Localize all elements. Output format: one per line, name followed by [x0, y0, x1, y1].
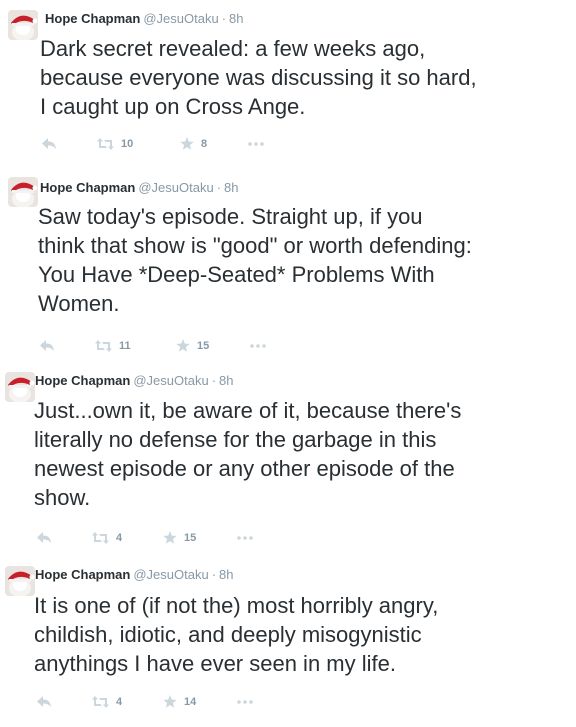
favorite-button[interactable]: 15	[163, 530, 196, 546]
reply-button[interactable]	[40, 338, 55, 354]
favorite-button[interactable]: 14	[163, 694, 196, 710]
more-button[interactable]	[250, 338, 266, 354]
username[interactable]: @JesuOtaku	[133, 567, 208, 582]
avatar-image	[8, 10, 38, 40]
timestamp[interactable]: 8h	[219, 567, 233, 582]
retweet-button[interactable]: 10	[97, 136, 133, 152]
retweet-button[interactable]: 4	[92, 694, 122, 710]
timestamp[interactable]: 8h	[219, 373, 233, 388]
retweet-icon	[92, 696, 109, 708]
reply-button[interactable]	[37, 694, 52, 710]
more-button[interactable]	[237, 530, 253, 546]
reply-icon	[40, 340, 54, 351]
username[interactable]: @JesuOtaku	[143, 11, 218, 26]
reply-icon	[37, 696, 51, 707]
retweet-icon	[95, 340, 112, 352]
more-icon	[250, 344, 266, 348]
retweet-icon	[92, 532, 109, 544]
favorite-button[interactable]: 8	[180, 136, 207, 152]
username[interactable]: @JesuOtaku	[133, 373, 208, 388]
reply-button[interactable]	[37, 530, 52, 546]
avatar-image	[5, 372, 35, 402]
star-icon	[163, 695, 177, 708]
favorite-count: 15	[184, 532, 197, 544]
retweet-count: 10	[121, 138, 134, 150]
tweet-header: Hope Chapman @JesuOtaku · 8h	[40, 180, 239, 196]
favorite-count: 8	[201, 138, 208, 150]
tweet-header: Hope Chapman @JesuOtaku · 8h	[35, 567, 234, 583]
favorite-button[interactable]: 15	[176, 338, 209, 354]
reply-icon	[42, 138, 56, 149]
avatar-image	[5, 566, 35, 596]
display-name[interactable]: Hope Chapman	[40, 180, 135, 195]
separator-dot: ·	[211, 567, 217, 582]
tweet-text: Dark secret revealed: a few weeks ago, b…	[40, 36, 477, 119]
tweet: Hope Chapman @JesuOtaku · 8h It is one of (…	[0, 566, 576, 716]
avatar[interactable]	[5, 566, 35, 596]
more-icon	[237, 700, 253, 704]
separator-dot: ·	[221, 11, 227, 26]
timestamp[interactable]: 8h	[229, 11, 243, 26]
display-name[interactable]: Hope Chapman	[35, 373, 130, 388]
retweet-icon	[97, 138, 114, 150]
tweet-header: Hope Chapman @JesuOtaku · 8h	[35, 373, 234, 389]
more-button[interactable]	[248, 136, 264, 152]
avatar[interactable]	[5, 372, 35, 402]
retweet-count: 4	[116, 532, 123, 544]
retweet-count: 4	[116, 696, 123, 708]
display-name[interactable]: Hope Chapman	[35, 567, 130, 582]
avatar[interactable]	[8, 177, 38, 207]
display-name[interactable]: Hope Chapman	[45, 11, 140, 26]
tweet-actions: 4 14	[37, 694, 267, 710]
reply-button[interactable]	[42, 136, 57, 152]
retweet-count: 11	[119, 340, 131, 352]
more-button[interactable]	[237, 694, 253, 710]
tweet-actions: 11 15	[40, 338, 280, 354]
more-icon	[248, 142, 264, 146]
timestamp[interactable]: 8h	[224, 180, 238, 195]
tweet-header: Hope Chapman @JesuOtaku · 8h	[45, 11, 244, 27]
favorite-count: 15	[197, 340, 210, 352]
favorite-count: 14	[184, 696, 197, 708]
retweet-button[interactable]: 11	[95, 338, 131, 354]
tweet-actions: 4 15	[37, 530, 267, 546]
tweet-text: It is one of (if not the) most horribly …	[34, 593, 439, 676]
tweet: Hope Chapman @JesuOtaku · 8h Just...own it,…	[0, 372, 576, 552]
retweet-button[interactable]: 4	[92, 530, 122, 546]
reply-icon	[37, 532, 51, 543]
tweet-text: Saw today's episode. Straight up, if you…	[38, 204, 472, 316]
tweet-text: Just...own it, be aware of it, because t…	[34, 398, 462, 510]
separator-dot: ·	[216, 180, 222, 195]
separator-dot: ·	[211, 373, 217, 388]
username[interactable]: @JesuOtaku	[138, 180, 213, 195]
avatar-image	[8, 177, 38, 207]
star-icon	[180, 137, 194, 150]
tweet-actions: 10 8	[42, 136, 282, 152]
tweet: Hope Chapman @JesuOtaku · 8h Dark secret re…	[0, 10, 576, 160]
star-icon	[176, 339, 190, 352]
star-icon	[163, 531, 177, 544]
more-icon	[237, 536, 253, 540]
avatar[interactable]	[8, 10, 38, 40]
tweet: Hope Chapman @JesuOtaku · 8h Saw today's ep…	[0, 177, 576, 357]
